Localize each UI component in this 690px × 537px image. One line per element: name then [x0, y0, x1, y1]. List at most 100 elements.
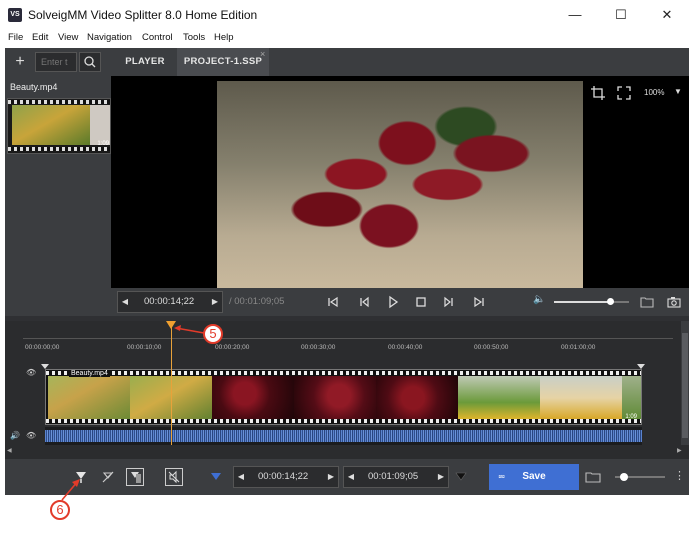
current-time-box[interactable]: ◀ 00:00:14;22 ▶ [117, 291, 223, 313]
end-time-box[interactable]: ◀ 00:01:09;05 ▶ [343, 466, 449, 488]
callout-5: 5 [203, 324, 223, 344]
snapshot-button[interactable] [666, 294, 682, 310]
callout-6: 6 [50, 500, 70, 520]
go-to-marker-in-button[interactable] [207, 468, 225, 486]
play-icon [389, 295, 399, 309]
more-options-icon[interactable]: ⋮ [674, 469, 685, 482]
audio-track[interactable] [45, 427, 642, 445]
media-panel: Beauty.mp4 1:09 [5, 76, 111, 316]
tick-label: 00:00:10;00 [127, 344, 162, 351]
window-title: SolveigMM Video Splitter 8.0 Home Editio… [28, 8, 258, 22]
tab-project[interactable]: PROJECT-1.SSP [177, 48, 269, 76]
tab-player[interactable]: PLAYER [115, 48, 175, 76]
search-button[interactable] [79, 52, 101, 72]
go-to-start-button[interactable] [325, 294, 341, 310]
volume-knob[interactable] [606, 298, 614, 305]
timeline-frame [458, 376, 540, 420]
film-sprocket [46, 419, 641, 423]
segment-marker-button[interactable] [126, 468, 144, 486]
timeline-scrollbar[interactable]: ◀ ▶ [7, 448, 682, 456]
film-sprocket [8, 100, 110, 104]
volume-icon[interactable]: 🔈 [533, 294, 545, 305]
menu-bar: File Edit View Navigation Control Tools … [0, 30, 690, 47]
maximize-button[interactable]: ☐ [598, 0, 644, 30]
prev-keyframe-button[interactable] [356, 294, 372, 310]
scroll-right-icon[interactable]: ▶ [677, 447, 682, 454]
film-sprocket [46, 371, 641, 375]
minimize-button[interactable]: — [552, 0, 598, 30]
save-export-icon: ⮹ [498, 472, 506, 482]
start-time-box[interactable]: ◀ 00:00:14;22 ▶ [233, 466, 339, 488]
timeline-frame [48, 376, 130, 420]
tick-label: 00:00:30;00 [301, 344, 336, 351]
go-to-end-button[interactable] [471, 294, 487, 310]
timeline[interactable]: 00:00:00;00 00:00:10;00 00:00:20;00 00:0… [5, 321, 689, 459]
next-arrow-icon[interactable]: ▶ [324, 467, 338, 487]
media-file-name: Beauty.mp4 [10, 82, 58, 92]
prev-frame-arrow-icon[interactable]: ◀ [118, 292, 132, 312]
timeline-frame [212, 376, 294, 420]
close-button[interactable]: ✕ [644, 0, 690, 30]
timeline-zoom-slider[interactable] [615, 473, 665, 481]
marker-in-icon [211, 473, 221, 480]
crop-button[interactable] [588, 83, 608, 103]
menu-control[interactable]: Control [142, 32, 173, 43]
mute-segment-button[interactable] [165, 468, 183, 486]
open-folder-button[interactable] [639, 294, 655, 310]
video-visibility-eye-icon[interactable]: 👁 [26, 368, 36, 377]
callout-arrow-6 [61, 479, 80, 501]
timeline-frame [376, 376, 458, 420]
end-time[interactable]: 00:01:09;05 [368, 467, 418, 487]
ruler-line [23, 338, 673, 339]
menu-help[interactable]: Help [214, 32, 234, 43]
go-to-marker-out-button[interactable] [452, 468, 470, 486]
scrollbar-thumb[interactable] [682, 333, 688, 438]
playhead-line[interactable] [171, 321, 172, 445]
timeline-vertical-scrollbar[interactable] [681, 321, 689, 445]
audio-visibility-eye-icon[interactable]: 👁 [26, 431, 36, 440]
time-ruler[interactable]: 00:00:00;00 00:00:10;00 00:00:20;00 00:0… [5, 321, 681, 361]
timeline-frame [294, 376, 376, 420]
search-input[interactable] [35, 52, 77, 72]
menu-edit[interactable]: Edit [32, 32, 48, 43]
prev-arrow-icon[interactable]: ◀ [234, 467, 248, 487]
stop-icon [416, 297, 426, 307]
tab-close-icon[interactable]: × [260, 49, 265, 59]
prev-arrow-icon[interactable]: ◀ [344, 467, 358, 487]
menu-tools[interactable]: Tools [183, 32, 205, 43]
next-frame-arrow-icon[interactable]: ▶ [208, 292, 222, 312]
chevron-down-icon[interactable]: ▼ [674, 87, 682, 96]
next-arrow-icon[interactable]: ▶ [434, 467, 448, 487]
menu-navigation[interactable]: Navigation [87, 32, 132, 43]
tick-label: 00:00:20;00 [215, 344, 250, 351]
video-track[interactable]: Beauty.mp4 1:09 [45, 369, 642, 425]
stop-button[interactable] [413, 294, 429, 310]
marker-out-icon [455, 472, 467, 481]
volume-slider[interactable] [554, 298, 629, 305]
play-button[interactable] [385, 294, 401, 310]
start-time[interactable]: 00:00:14;22 [258, 467, 308, 487]
save-button[interactable]: ⮹ Save [489, 464, 579, 490]
tick-label: 00:00:40;00 [388, 344, 423, 351]
mute-icon [168, 470, 180, 484]
audio-waveform [45, 430, 642, 442]
thumbnail-duration: 1:09 [97, 141, 109, 147]
menu-view[interactable]: View [58, 32, 78, 43]
media-thumbnail[interactable]: 1:09 [7, 98, 111, 154]
thumbnail-frame [90, 105, 110, 145]
scroll-left-icon[interactable]: ◀ [7, 447, 12, 454]
fullscreen-button[interactable] [614, 83, 634, 103]
camera-icon [667, 297, 681, 308]
bottom-toolbar: ◀ 00:00:14;22 ▶ ◀ 00:01:09;05 ▶ ⮹ Save ⋮ [5, 459, 689, 495]
zoom-level[interactable]: 100% [644, 88, 664, 97]
add-file-button[interactable]: + [9, 51, 31, 73]
audio-volume-icon[interactable]: 🔊 [10, 431, 20, 440]
current-time[interactable]: 00:00:14;22 [144, 292, 194, 312]
thumbnail-frame [12, 105, 90, 145]
next-keyframe-button[interactable] [441, 294, 457, 310]
menu-file[interactable]: File [8, 32, 23, 43]
skip-start-icon [328, 296, 338, 308]
zoom-knob[interactable] [620, 473, 628, 481]
remove-marker-button[interactable] [99, 468, 117, 486]
output-folder-button[interactable] [584, 468, 602, 486]
